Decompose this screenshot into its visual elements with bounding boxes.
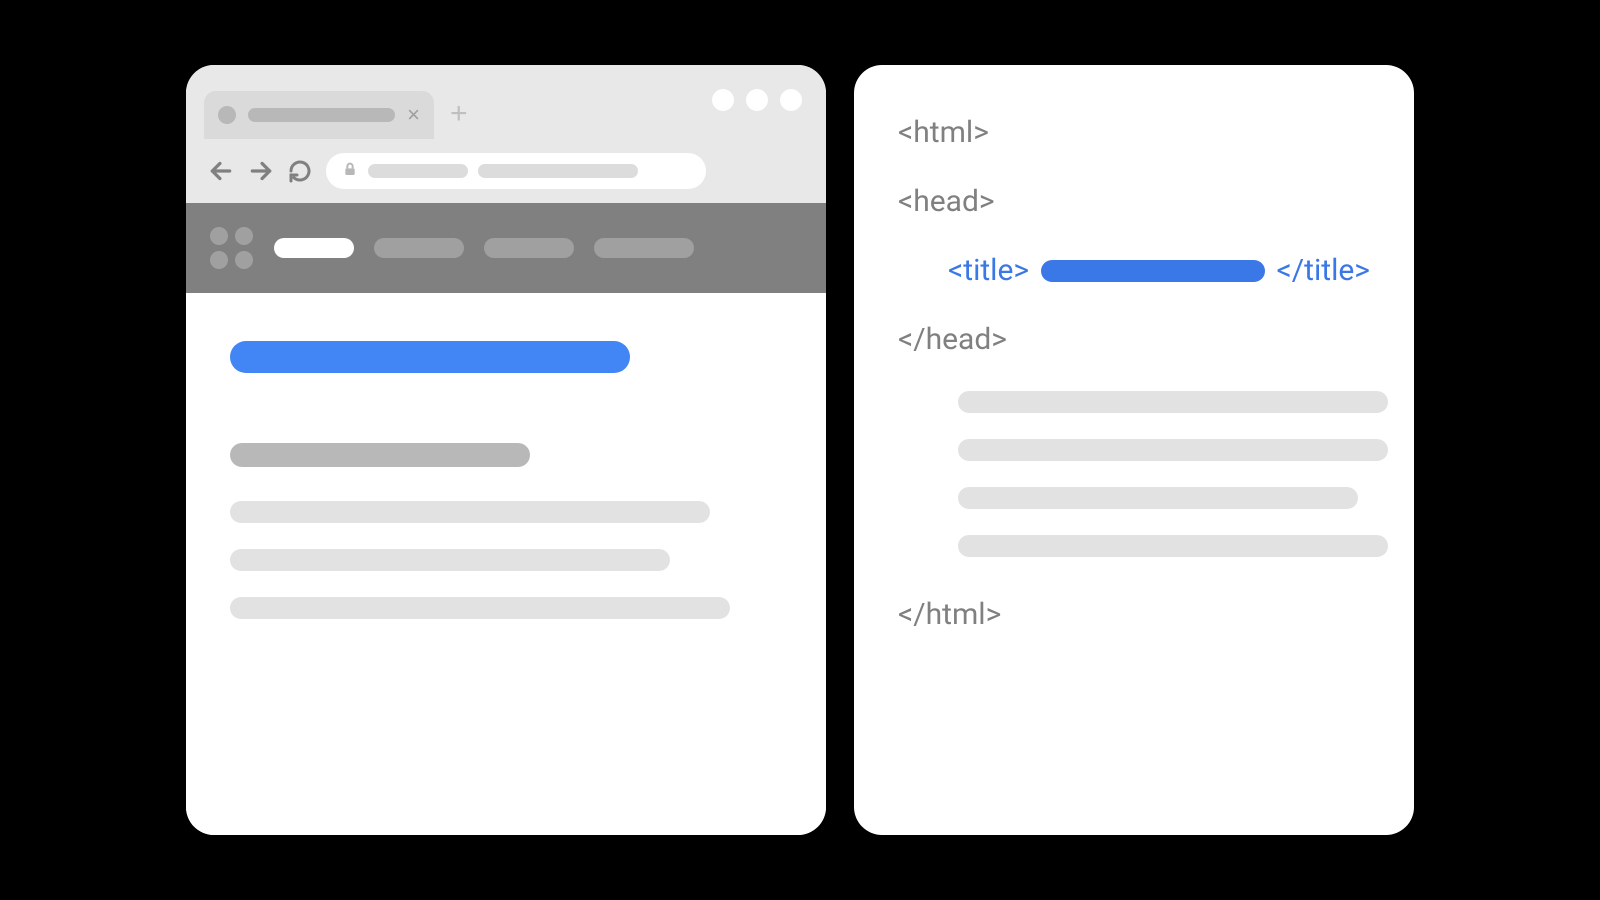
nav-item[interactable] [484,238,574,258]
body-line-placeholder [958,535,1388,557]
title-content-placeholder [1041,260,1264,282]
paragraph-placeholder [230,549,670,571]
body-content-placeholders [898,391,1370,557]
body-line-placeholder [958,487,1358,509]
page-headline-placeholder [230,341,630,373]
tab-title-placeholder [248,108,395,122]
back-icon[interactable] [208,158,234,184]
window-control-dot[interactable] [746,89,768,111]
tab-strip: × + [186,65,826,139]
browser-toolbar [186,139,826,203]
page-subhead-placeholder [230,443,530,467]
tag-title-open: <title> [948,253,1029,288]
paragraph-placeholder [230,597,730,619]
close-tab-icon[interactable]: × [407,104,420,126]
browser-tab[interactable]: × [204,91,434,139]
reload-icon[interactable] [288,159,312,183]
tag-head-close: </head> [898,322,1007,357]
tag-html-close: </html> [898,597,1001,632]
window-control-dot[interactable] [712,89,734,111]
url-segment [368,164,468,178]
window-control-dot[interactable] [780,89,802,111]
nav-item[interactable] [374,238,464,258]
favicon-placeholder [218,106,236,124]
address-bar[interactable] [326,153,706,189]
paragraph-placeholder [230,501,710,523]
body-line-placeholder [958,439,1388,461]
window-controls [712,89,802,111]
url-segment [478,164,638,178]
browser-mockup: × + [186,65,826,835]
apps-waffle-icon[interactable] [210,227,254,269]
site-nav-bar [186,203,826,293]
code-panel: <html> <head> <title> </title> </head> <… [854,65,1414,835]
tag-html-open: <html> [898,115,989,150]
lock-icon [342,161,358,182]
tag-title-close: </title> [1277,253,1370,288]
forward-icon[interactable] [248,158,274,184]
body-line-placeholder [958,391,1388,413]
nav-item[interactable] [594,238,694,258]
new-tab-icon[interactable]: + [434,99,484,139]
tag-head-open: <head> [898,184,995,219]
nav-item-active[interactable] [274,238,354,258]
page-content [186,293,826,835]
